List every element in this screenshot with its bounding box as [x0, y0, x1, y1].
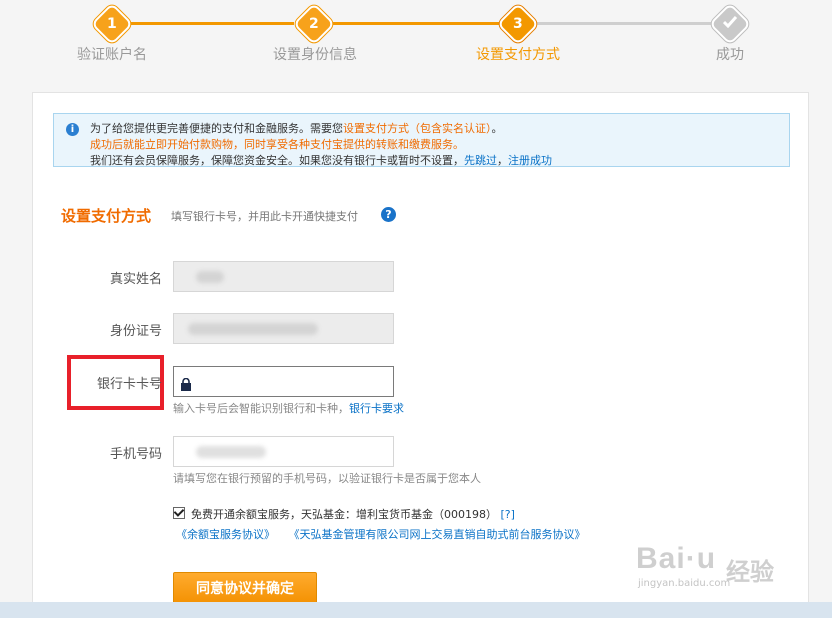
section-title: 设置支付方式 [61, 207, 152, 225]
redacted-phone [196, 446, 266, 458]
help-icon[interactable]: ? [381, 207, 396, 222]
step-3-badge: 3 [496, 2, 540, 46]
redacted-id [188, 323, 318, 335]
agreement-help-link[interactable]: [?] [501, 508, 515, 521]
step-2-badge: 2 [292, 2, 336, 46]
bank-card-requirements-link[interactable]: 银行卡要求 [349, 402, 404, 415]
notice-line-3: 我们还有会员保障服务，保障您资金安全。如果您没有银行卡或暂时不设置，先跳过，注册… [90, 154, 552, 167]
info-notice: i 为了给您提供更完善便捷的支付和金融服务。需要您设置支付方式（包含实名认证）。… [53, 113, 790, 167]
step-1-label: 验证账户名 [77, 47, 147, 63]
id-number-field [173, 313, 394, 344]
tianhong-agreement-link[interactable]: 《天弘基金管理有限公司网上交易直销自助式前台服务协议》 [289, 528, 586, 541]
notice-line-2: 成功后就能立即开始付款购物，同时享受各种支付宝提供的转账和缴费服务。 [90, 138, 464, 151]
step-2-label: 设置身份信息 [273, 47, 357, 63]
step-1-badge: 1 [90, 2, 134, 46]
progress-stepper: 1 2 3 验证账户名 设置身份信息 设置支付方式 成功 [0, 0, 832, 80]
redacted-name [196, 271, 224, 283]
agreement-row: 免费开通余额宝服务，天弘基金：增利宝货币基金（000198） [?] [173, 506, 515, 522]
real-name-field [173, 261, 394, 292]
bank-card-label: 银行卡卡号 [96, 377, 162, 392]
id-number-label: 身份证号 [109, 324, 162, 339]
check-icon [722, 16, 738, 32]
step-4-label: 成功 [716, 47, 744, 63]
step-3-label: 设置支付方式 [476, 47, 560, 63]
paw-icon: · [685, 542, 697, 575]
phone-input[interactable] [173, 436, 394, 467]
form-card: i 为了给您提供更完善便捷的支付和金融服务。需要您设置支付方式（包含实名认证）。… [32, 92, 809, 618]
agreement-text: 免费开通余额宝服务，天弘基金：增利宝货币基金（000198） [191, 508, 497, 521]
register-success-link[interactable]: 注册成功 [508, 154, 552, 167]
notice-line-1: 为了给您提供更完善便捷的支付和金融服务。需要您设置支付方式（包含实名认证）。 [90, 122, 503, 135]
bank-card-hint: 输入卡号后会智能识别银行和卡种，银行卡要求 [173, 402, 404, 415]
step-connector-2 [330, 22, 500, 25]
yuebao-agreement-link[interactable]: 《余额宝服务协议》 [176, 528, 275, 541]
step-connector-3 [534, 22, 714, 25]
step-4-badge [708, 2, 752, 46]
phone-label: 手机号码 [109, 447, 162, 462]
section-subtitle: 填写银行卡号，并用此卡开通快捷支付 [171, 210, 358, 223]
step-connector-1 [126, 22, 294, 25]
info-icon: i [66, 123, 79, 136]
phone-hint: 请填写您在银行预留的手机号码，以验证银行卡是否属于您本人 [173, 472, 481, 485]
skip-link[interactable]: 先跳过 [464, 154, 497, 167]
agreement-links: 《余额宝服务协议》 《天弘基金管理有限公司网上交易直销自助式前台服务协议》 [176, 526, 596, 542]
bottom-bar [0, 602, 832, 618]
baidu-watermark: Bai·u 经验 jingyan.baidu.com [636, 542, 774, 589]
real-name-label: 真实姓名 [109, 272, 162, 287]
agreement-checkbox[interactable] [173, 507, 185, 519]
notice-highlight: 设置支付方式（包含实名认证） [343, 122, 492, 135]
bank-card-input[interactable] [173, 366, 394, 397]
agree-confirm-button[interactable]: 同意协议并确定 [173, 572, 317, 606]
lock-icon [180, 376, 192, 391]
